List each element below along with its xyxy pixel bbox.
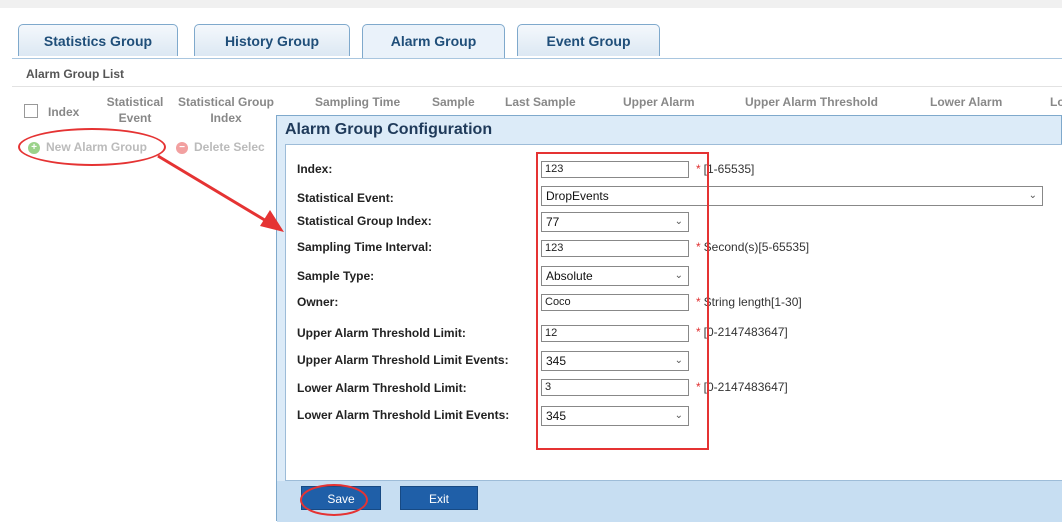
arrow-shaft: [157, 154, 269, 224]
arrow-head: [260, 210, 284, 232]
annotation-arrow: [157, 154, 284, 232]
